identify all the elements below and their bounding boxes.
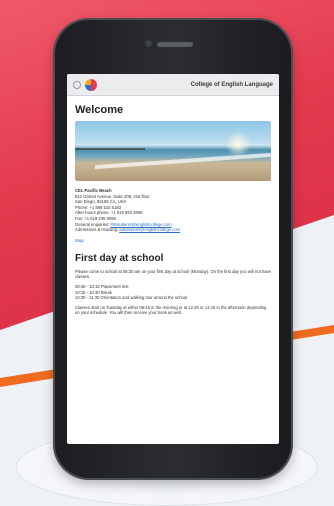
admissions-housing-label: Admissions & Housing: [75,227,119,233]
schedule-list: 08:45 - 10:15 Placement test 10:15 - 10:… [75,284,271,301]
classes-info: Classes start on Tuesday at either 08:45… [75,304,267,316]
menu-icon[interactable] [73,80,81,89]
college-logo-icon[interactable] [85,78,97,91]
page-content: Welcome CEL Pacific Beach 810 Garnet Ave… [67,96,279,316]
browser-header: College of English Language [67,74,279,96]
phone-screen: College of English Language Welcome CEL … [67,74,279,444]
schedule-item: 10:30 - 11:30 Orientation and walking to… [75,295,188,301]
map-link[interactable]: Map [75,238,271,243]
general-enquiries-email-link[interactable]: PBstudents@englishcollege.com [110,222,171,227]
smartphone: College of English Language Welcome CEL … [53,18,293,480]
beach-photo [75,121,271,181]
speaker-grille [157,42,193,47]
sun-glare [225,131,251,157]
welcome-heading: Welcome [75,104,124,116]
pier [75,148,145,150]
contact-block: CEL Pacific Beach 810 Garnet Avenue, Sui… [75,188,271,233]
admissions-housing: Admissions & Housing: admissions@english… [75,227,271,233]
admissions-email-link[interactable]: admissions@englishcollege.com [119,227,180,232]
first-day-intro: Please come to school at 08:30 am on you… [75,268,271,280]
general-enquiries-label: General enquiries: [75,221,110,227]
surf-line [95,152,271,170]
front-camera-icon [145,40,152,47]
first-day-heading: First day at school [75,252,164,264]
site-title: College of English Language [190,81,273,88]
